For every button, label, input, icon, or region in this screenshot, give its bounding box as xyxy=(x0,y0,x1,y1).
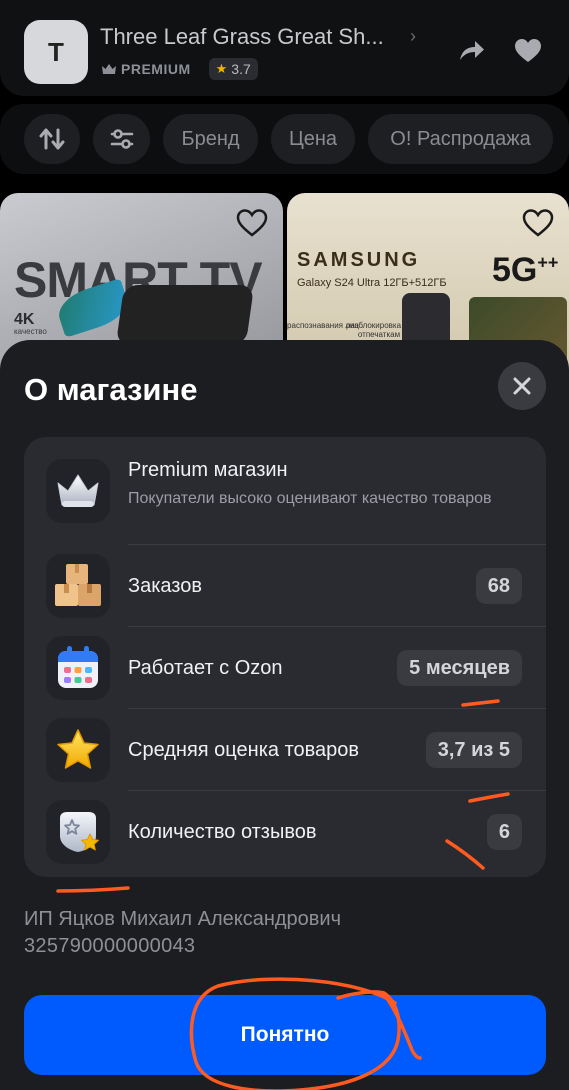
works-with-ozon-value: 5 месяцев xyxy=(397,650,522,686)
premium-description: Покупатели высоко оценивают качество тов… xyxy=(128,490,492,507)
shop-info-card: Premium магазин Покупатели высоко оценив… xyxy=(24,437,546,877)
product-image-badge-sub: качество xyxy=(14,327,47,336)
premium-row: Premium магазин Покупатели высоко оценив… xyxy=(24,437,546,545)
shop-title[interactable]: Three Leaf Grass Great Sh... xyxy=(100,24,410,50)
orders-value: 68 xyxy=(475,568,522,604)
favorite-heart-icon[interactable] xyxy=(235,207,269,239)
filter-brand[interactable]: Бренд xyxy=(163,114,258,164)
sort-icon xyxy=(39,128,65,150)
filter-settings-button[interactable] xyxy=(93,114,150,164)
works-with-ozon-label: Работает с Ozon xyxy=(128,657,283,679)
orders-label: Заказов xyxy=(128,575,202,597)
filter-price[interactable]: Цена xyxy=(271,114,355,164)
filter-sale[interactable]: О! Распродажа xyxy=(368,114,553,164)
about-shop-sheet: О магазине Premium магазин Покупатели вы… xyxy=(0,340,569,1090)
calendar-icon xyxy=(46,636,110,700)
shop-logo[interactable]: T xyxy=(24,20,88,84)
star-icon: ★ xyxy=(215,61,228,76)
sheet-title: О магазине xyxy=(24,372,198,407)
close-icon xyxy=(513,377,531,395)
review-badge-icon xyxy=(46,800,110,864)
confirm-button[interactable]: Понятно xyxy=(24,995,546,1075)
favorite-heart-icon[interactable] xyxy=(521,207,555,239)
product-network-label: 5G xyxy=(492,251,538,289)
close-button[interactable] xyxy=(498,362,546,410)
shop-rating-badge: ★ 3.7 xyxy=(208,58,258,80)
average-rating-value: 3,7 из 5 xyxy=(425,732,522,768)
heart-icon[interactable] xyxy=(513,36,543,66)
product-network: 5G++ xyxy=(492,251,558,290)
seller-registration-number: 325790000000043 xyxy=(24,935,196,957)
crown-icon xyxy=(46,459,110,523)
average-rating-row: Средняя оценка товаров 3,7 из 5 xyxy=(24,709,546,791)
chevron-right-icon[interactable]: › xyxy=(410,26,416,47)
star-icon xyxy=(46,718,110,782)
reviews-count-row: Количество отзывов 6 xyxy=(24,791,546,877)
works-with-ozon-row: Работает с Ozon 5 месяцев xyxy=(24,627,546,709)
tv-box-image xyxy=(115,285,255,345)
orders-row: Заказов 68 xyxy=(24,545,546,627)
premium-line: PREMIUM ★ 3.7 xyxy=(102,58,258,80)
reviews-count-label: Количество отзывов xyxy=(128,821,317,843)
premium-badge: PREMIUM xyxy=(102,61,191,77)
shop-header: T Three Leaf Grass Great Sh... › PREMIUM… xyxy=(0,0,569,96)
average-rating-label: Средняя оценка товаров xyxy=(128,739,360,761)
product-brand: SAMSUNG xyxy=(297,249,421,271)
crown-mini-icon xyxy=(102,64,116,74)
product-model: Galaxy S24 Ultra 12ГБ+512ГБ xyxy=(297,277,447,289)
filter-bar: Бренд Цена О! Распродажа xyxy=(0,104,569,174)
product-network-sup: ++ xyxy=(537,252,559,273)
premium-label: Premium магазин xyxy=(128,459,288,481)
shop-rating: 3.7 xyxy=(231,61,251,77)
share-icon[interactable] xyxy=(456,36,486,66)
sort-button[interactable] xyxy=(24,114,80,164)
sliders-icon xyxy=(110,129,133,149)
boxes-icon xyxy=(46,554,110,618)
premium-label: PREMIUM xyxy=(121,61,191,77)
reviews-count-value: 6 xyxy=(486,814,522,850)
seller-legal-name: ИП Яцков Михаил Александрович xyxy=(24,908,342,930)
